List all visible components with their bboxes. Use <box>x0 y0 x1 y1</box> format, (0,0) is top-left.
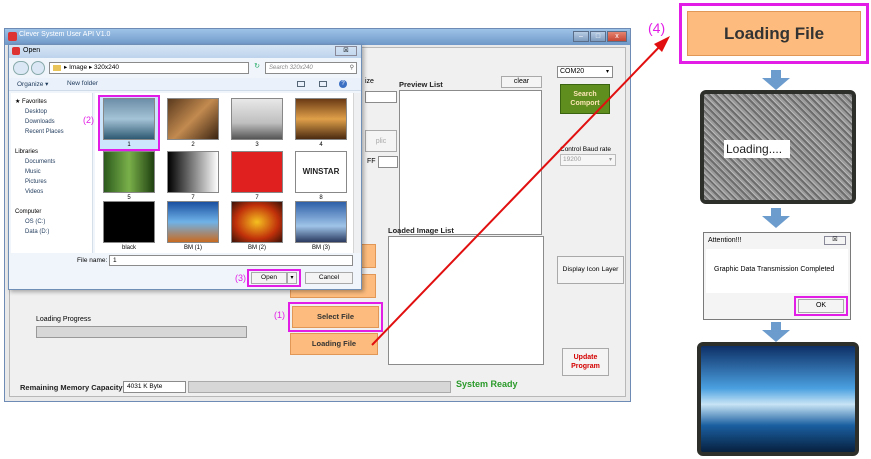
attention-dialog: Attention!!! ☒ Graphic Data Transmission… <box>703 232 851 320</box>
ok-button[interactable]: OK <box>798 299 844 313</box>
loading-overlay: Loading.... <box>724 140 790 158</box>
arrow-head <box>762 216 790 228</box>
arrow-down-2 <box>762 208 790 228</box>
attention-message: Graphic Data Transmission Completed <box>714 266 835 273</box>
loading-file-big-button[interactable]: Loading File <box>687 11 861 56</box>
loading-file-highlight: Loading File <box>679 3 869 64</box>
step-4-label: (4) <box>648 20 666 36</box>
arrow-stem <box>771 208 781 216</box>
attention-body: Graphic Data Transmission Completed <box>706 249 848 293</box>
arrow-head <box>762 78 790 90</box>
arrow-stem <box>771 322 781 330</box>
arrow-stem <box>771 70 781 78</box>
attention-close-button[interactable]: ☒ <box>824 236 846 245</box>
arrow-head <box>762 330 790 342</box>
lcd-noise-image: Loading.... <box>700 90 856 204</box>
lcd-result-image <box>697 342 859 456</box>
attention-title: Attention!!! <box>708 237 742 244</box>
arrow-down-3 <box>762 322 790 342</box>
arrow-down-1 <box>762 70 790 90</box>
